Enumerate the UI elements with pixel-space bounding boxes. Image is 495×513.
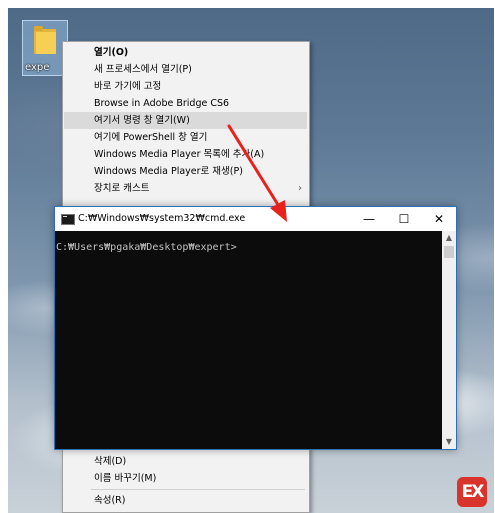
- console-icon: [61, 214, 75, 225]
- menu-separator: [91, 489, 305, 490]
- menu-item-label: 여기서 명령 창 열기(W): [94, 115, 190, 126]
- menu-item-play-wmp[interactable]: Windows Media Player로 재생(P): [64, 163, 307, 180]
- cmd-window-title: C:₩Windows₩system32₩cmd.exe: [78, 213, 246, 224]
- watermark-logo: EX: [457, 477, 487, 507]
- minimize-button[interactable]: —: [352, 207, 386, 231]
- menu-item-cast-to-device[interactable]: 장치로 캐스트 ›: [64, 180, 307, 197]
- menu-item-label: Windows Media Player로 재생(P): [94, 166, 243, 177]
- scroll-down-icon[interactable]: ▼: [442, 435, 456, 449]
- menu-item-label: 바로 가기에 고정: [94, 81, 162, 92]
- maximize-button[interactable]: ☐: [387, 207, 421, 231]
- menu-item-label: Windows Media Player 목록에 추가(A): [94, 149, 265, 160]
- scroll-up-icon[interactable]: ▲: [442, 231, 456, 245]
- folder-icon: [34, 26, 56, 54]
- command-prompt: C:₩Users₩pgaka₩Desktop₩expert>: [56, 242, 237, 253]
- menu-item-properties[interactable]: 속성(R): [64, 492, 307, 509]
- menu-item-label: Browse in Adobe Bridge CS6: [94, 98, 230, 109]
- desktop-background: expe 열기(O) 새 프로세스에서 열기(P) 바로 가기에 고정 Brow…: [8, 8, 494, 513]
- menu-item-add-wmp-list[interactable]: Windows Media Player 목록에 추가(A): [64, 146, 307, 163]
- menu-item-browse-adobe-bridge[interactable]: Browse in Adobe Bridge CS6: [64, 95, 307, 112]
- menu-item-rename[interactable]: 이름 바꾸기(M): [64, 470, 307, 487]
- menu-item-label: 열기(O): [94, 47, 129, 58]
- menu-item-label: 속성(R): [94, 495, 126, 506]
- chevron-right-icon: ›: [298, 183, 302, 194]
- cmd-titlebar[interactable]: C:₩Windows₩system32₩cmd.exe — ☐ ✕: [55, 207, 456, 231]
- menu-item-label: 장치로 캐스트: [94, 183, 150, 194]
- menu-item-open-new-process[interactable]: 새 프로세스에서 열기(P): [64, 61, 307, 78]
- menu-item-label: 삭제(D): [94, 456, 127, 467]
- menu-item-label: 이름 바꾸기(M): [94, 473, 157, 484]
- close-button[interactable]: ✕: [422, 207, 456, 231]
- cmd-window: C:₩Windows₩system32₩cmd.exe — ☐ ✕ C:₩Use…: [54, 206, 457, 450]
- menu-item-label: 새 프로세스에서 열기(P): [94, 64, 192, 75]
- menu-item-open-command-window[interactable]: 여기서 명령 창 열기(W): [64, 112, 307, 129]
- menu-item-open[interactable]: 열기(O): [64, 44, 307, 61]
- menu-item-pin-quick-access[interactable]: 바로 가기에 고정: [64, 78, 307, 95]
- vertical-scrollbar[interactable]: ▲ ▼: [442, 231, 456, 449]
- menu-item-delete[interactable]: 삭제(D): [64, 453, 307, 470]
- console-output[interactable]: C:₩Users₩pgaka₩Desktop₩expert>: [55, 231, 442, 449]
- menu-item-open-powershell[interactable]: 여기에 PowerShell 창 열기: [64, 129, 307, 146]
- scroll-thumb[interactable]: [444, 246, 454, 258]
- menu-item-label: 여기에 PowerShell 창 열기: [94, 132, 208, 143]
